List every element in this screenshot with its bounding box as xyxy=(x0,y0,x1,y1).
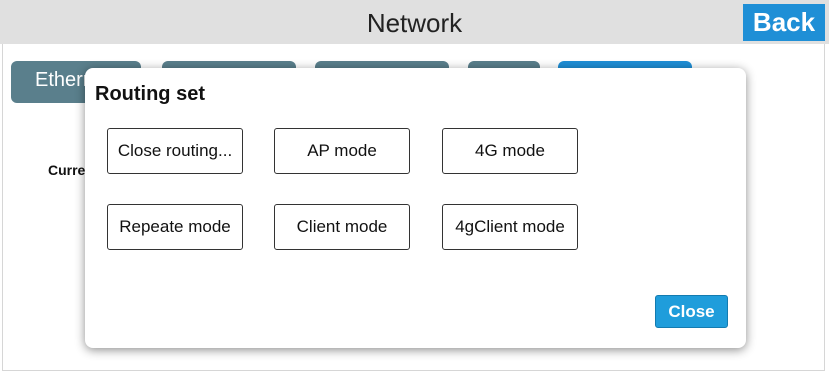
4g-mode-button[interactable]: 4G mode xyxy=(442,128,578,174)
routing-set-dialog: Routing set Close routing... AP mode 4G … xyxy=(85,68,746,348)
client-mode-button[interactable]: Client mode xyxy=(274,204,410,250)
network-screen: Network Back Ethernet Current Routing se… xyxy=(0,0,829,375)
repeate-mode-button[interactable]: Repeate mode xyxy=(107,204,243,250)
dialog-title: Routing set xyxy=(95,83,205,105)
page-title: Network xyxy=(366,8,463,38)
close-routing-button[interactable]: Close routing... xyxy=(107,128,243,174)
close-button[interactable]: Close xyxy=(655,295,728,328)
ap-mode-button[interactable]: AP mode xyxy=(274,128,410,174)
back-button[interactable]: Back xyxy=(743,4,825,41)
4gclient-mode-button[interactable]: 4gClient mode xyxy=(442,204,578,250)
header-bar: Network Back xyxy=(0,0,829,44)
